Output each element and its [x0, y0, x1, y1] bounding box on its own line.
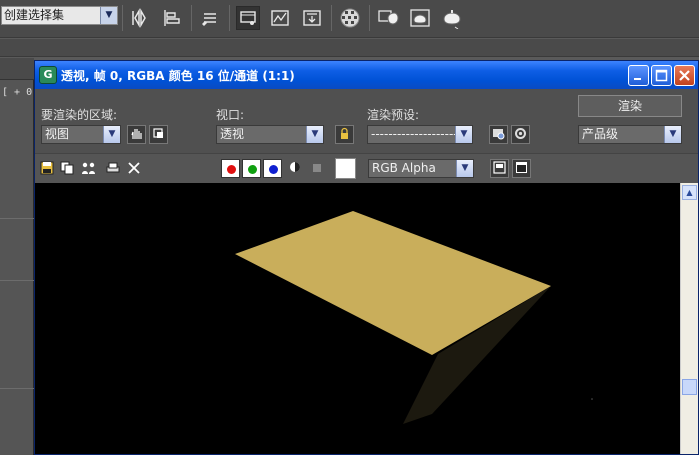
frame-window-icon[interactable]: [512, 159, 531, 178]
close-icon: [679, 70, 690, 81]
lock-icon[interactable]: [335, 125, 354, 144]
settings-icon[interactable]: [511, 125, 530, 144]
chevron-down-icon: ▼: [456, 160, 473, 177]
chevron-down-icon: ▼: [455, 126, 472, 143]
preset-dropdown[interactable]: -------------------- ▼: [367, 125, 473, 144]
render-controls-panel: 要渲染的区域: 视图 ▼ 视口: 透视 ▼ 渲染预设: ------------…: [35, 89, 698, 183]
channel-dropdown[interactable]: RGB Alpha ▼: [368, 159, 474, 178]
viewport-header: [0, 58, 34, 80]
environment-icon[interactable]: [489, 125, 508, 144]
grid-line: [0, 280, 34, 281]
rendered-frame-icon[interactable]: [408, 6, 432, 30]
chevron-down-icon: ▼: [664, 126, 681, 143]
clear-icon[interactable]: [126, 161, 142, 177]
chevron-down-icon[interactable]: ▼: [100, 7, 117, 24]
viewport-strip: [0, 39, 699, 57]
render-canvas: [35, 183, 680, 454]
main-toolbar: 创建选择集 ▼: [0, 0, 699, 38]
print-icon[interactable]: [105, 161, 121, 177]
display-toggle-icon[interactable]: [490, 159, 509, 178]
save-icon[interactable]: [39, 161, 55, 177]
render-mode-value: 产品级: [582, 127, 619, 141]
align-icon[interactable]: [160, 6, 184, 30]
viewport-dropdown[interactable]: 透视 ▼: [216, 125, 324, 144]
grid-line: [0, 218, 34, 219]
scroll-up-icon[interactable]: ▲: [682, 185, 697, 200]
layer-manager-icon[interactable]: [198, 6, 222, 30]
area-label: 要渲染的区域:: [41, 108, 118, 122]
minimize-icon: [634, 78, 641, 80]
curve-editor-icon[interactable]: [268, 6, 292, 30]
selection-set-value: 创建选择集: [4, 8, 65, 22]
toolbar-divider: [191, 5, 192, 31]
render-button[interactable]: 渲染: [578, 95, 682, 117]
channel-value: RGB Alpha: [372, 161, 436, 175]
alpha-channel-icon[interactable]: [287, 161, 303, 177]
area-dropdown[interactable]: 视图 ▼: [41, 125, 121, 144]
viewport-label-text: 视口:: [216, 108, 245, 122]
app-icon: G: [39, 66, 57, 84]
blue-channel-toggle[interactable]: [263, 159, 282, 178]
render-setup-icon[interactable]: [376, 6, 400, 30]
green-channel-icon: [248, 165, 257, 174]
region-select-icon[interactable]: [149, 125, 168, 144]
material-editor-icon[interactable]: [338, 6, 362, 30]
viewport-value: 透视: [220, 127, 245, 141]
mirror-icon[interactable]: [128, 6, 152, 30]
window-titlebar[interactable]: G 透视, 帧 0, RGBA 颜色 16 位/通道 (1:1): [35, 61, 698, 89]
chevron-down-icon: ▼: [306, 126, 323, 143]
clone-icon[interactable]: [81, 161, 97, 177]
toolbar-divider: [229, 5, 230, 31]
rendered-frame-window: G 透视, 帧 0, RGBA 颜色 16 位/通道 (1:1) 要渲染的区域:…: [34, 60, 699, 455]
copy-icon[interactable]: [59, 161, 75, 177]
color-swatch[interactable]: [335, 158, 356, 179]
graph-editor-icon[interactable]: [236, 6, 260, 30]
green-channel-toggle[interactable]: [242, 159, 261, 178]
preset-label: 渲染预设:: [367, 108, 420, 122]
area-value: 视图: [45, 127, 70, 141]
red-channel-icon: [227, 165, 236, 174]
blue-channel-icon: [269, 165, 278, 174]
render-production-icon[interactable]: [440, 6, 464, 30]
toolbar-divider: [331, 5, 332, 31]
preset-value: --------------------: [371, 127, 458, 141]
minimize-button[interactable]: [628, 65, 649, 86]
viewport-left[interactable]: [ + 0: [0, 58, 34, 455]
frame-toolbar: RGB Alpha ▼: [35, 153, 698, 183]
hand-icon[interactable]: [127, 125, 146, 144]
close-button[interactable]: [674, 65, 695, 86]
monochrome-icon[interactable]: [309, 161, 325, 177]
red-channel-toggle[interactable]: [221, 159, 240, 178]
window-title: 透视, 帧 0, RGBA 颜色 16 位/通道 (1:1): [61, 69, 295, 83]
maximize-icon: [655, 69, 668, 82]
chevron-down-icon: ▼: [103, 126, 120, 143]
schematic-view-icon[interactable]: [300, 6, 324, 30]
grid-line: [0, 388, 34, 389]
selection-set-dropdown[interactable]: 创建选择集 ▼: [1, 6, 118, 25]
toolbar-divider: [122, 5, 123, 31]
scroll-thumb[interactable]: [682, 379, 697, 395]
noise-dot: [591, 398, 593, 400]
maximize-button[interactable]: [651, 65, 672, 86]
toolbar-divider: [369, 5, 370, 31]
rendered-scene: [235, 211, 593, 424]
viewport-label[interactable]: [ + 0: [2, 87, 32, 98]
render-mode-dropdown[interactable]: 产品级 ▼: [578, 125, 682, 144]
vertical-scrollbar[interactable]: ▲: [680, 183, 698, 454]
